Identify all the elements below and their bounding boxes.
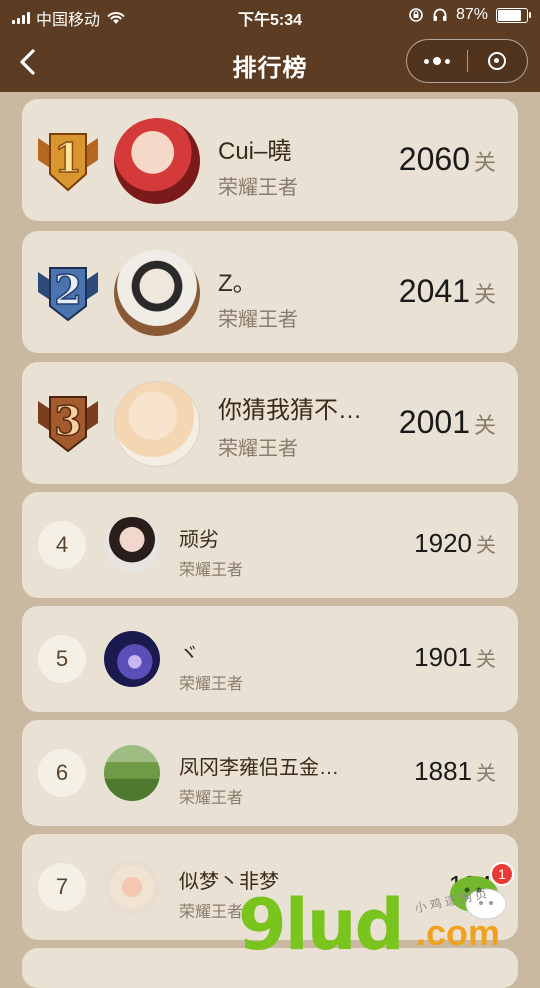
score-value: 1881 bbox=[414, 756, 472, 786]
more-button[interactable] bbox=[407, 40, 467, 82]
navigation-bar: 排行榜 bbox=[0, 32, 540, 92]
gold-1-medal-icon: 1 bbox=[38, 133, 98, 192]
player-name: Z。 bbox=[218, 270, 257, 297]
player-name: ヾ bbox=[179, 643, 199, 665]
ranking-item[interactable]: 1 Cui–曉 荣耀王者 2060 关 bbox=[22, 99, 518, 221]
player-score: 1901 关 bbox=[414, 642, 496, 673]
watermark-text: 9lud bbox=[238, 884, 405, 966]
player-score: 1881 关 bbox=[414, 756, 496, 787]
score-value: 2001 bbox=[398, 404, 470, 440]
close-miniprogram-button[interactable] bbox=[468, 40, 528, 82]
cartoon-baby-avatar[interactable] bbox=[114, 381, 200, 467]
baby-avatar[interactable] bbox=[114, 118, 200, 204]
player-score: 2001 关 bbox=[399, 404, 496, 441]
orientation-lock-icon bbox=[409, 8, 423, 22]
player-score: 2041 关 bbox=[399, 273, 496, 310]
score-unit: 关 bbox=[476, 535, 496, 557]
target-circle-icon bbox=[488, 52, 507, 70]
battery-percent: 87% bbox=[455, 6, 488, 23]
svg-text:2: 2 bbox=[54, 267, 82, 314]
score-value: 2041 bbox=[398, 273, 470, 309]
svg-text:1: 1 bbox=[54, 135, 82, 182]
miniprogram-capsule bbox=[406, 39, 528, 83]
player-title: 荣耀王者 bbox=[179, 562, 244, 579]
player-score: 1920 关 bbox=[414, 528, 496, 559]
status-bar: 中国移动 下午5:34 87% bbox=[0, 0, 540, 32]
player-name: 凤冈李雍侣五金… bbox=[179, 757, 339, 779]
score-value: 1920 bbox=[414, 528, 472, 558]
ranking-item[interactable]: 3 你猜我猜不… 荣耀王者 2001 关 bbox=[22, 362, 518, 484]
cartoon-couple-avatar[interactable] bbox=[104, 859, 160, 915]
score-unit: 关 bbox=[473, 413, 496, 438]
more-dots-icon bbox=[423, 57, 450, 65]
score-unit: 关 bbox=[473, 282, 496, 307]
player-title: 荣耀王者 bbox=[179, 904, 244, 921]
player-title: 荣耀王者 bbox=[218, 438, 298, 460]
score-value: 2060 bbox=[398, 141, 470, 177]
player-name: Cui–曉 bbox=[218, 138, 292, 165]
svg-text:3: 3 bbox=[54, 398, 82, 445]
player-title: 荣耀王者 bbox=[218, 309, 298, 331]
bronze-3-medal-icon: 3 bbox=[38, 396, 98, 453]
ranking-item[interactable]: 6 凤冈李雍侣五金… 荣耀王者 1881 关 bbox=[22, 720, 518, 826]
notification-badge: 1 bbox=[490, 862, 514, 886]
girl-portrait-avatar[interactable] bbox=[104, 517, 160, 573]
rank-number: 5 bbox=[38, 635, 86, 683]
rank-number: 4 bbox=[38, 521, 86, 569]
player-name: 你猜我猜不… bbox=[218, 397, 362, 424]
ranking-item[interactable]: 5 ヾ 荣耀王者 1901 关 bbox=[22, 606, 518, 712]
ranking-item[interactable]: 2 Z。 荣耀王者 2041 关 bbox=[22, 231, 518, 353]
score-value: 1901 bbox=[414, 642, 472, 672]
silver-2-medal-icon: 2 bbox=[38, 266, 98, 322]
whale-galaxy-avatar[interactable] bbox=[104, 631, 160, 687]
player-title: 荣耀王者 bbox=[218, 177, 298, 199]
boy-sunglasses-avatar[interactable] bbox=[114, 250, 200, 336]
score-unit: 关 bbox=[476, 649, 496, 671]
rank-number: 7 bbox=[38, 863, 86, 911]
rank-number: 6 bbox=[38, 749, 86, 797]
ranking-item[interactable]: 4 顽劣 荣耀王者 1920 关 bbox=[22, 492, 518, 598]
headphones-icon bbox=[433, 8, 447, 21]
player-score: 2060 关 bbox=[399, 141, 496, 178]
player-title: 荣耀王者 bbox=[179, 676, 244, 693]
player-title: 荣耀王者 bbox=[179, 790, 244, 807]
battery-icon bbox=[496, 7, 531, 23]
landscape-avatar[interactable] bbox=[104, 745, 160, 801]
score-unit: 关 bbox=[476, 763, 496, 785]
player-name: 顽劣 bbox=[179, 529, 219, 551]
score-unit: 关 bbox=[473, 150, 496, 175]
